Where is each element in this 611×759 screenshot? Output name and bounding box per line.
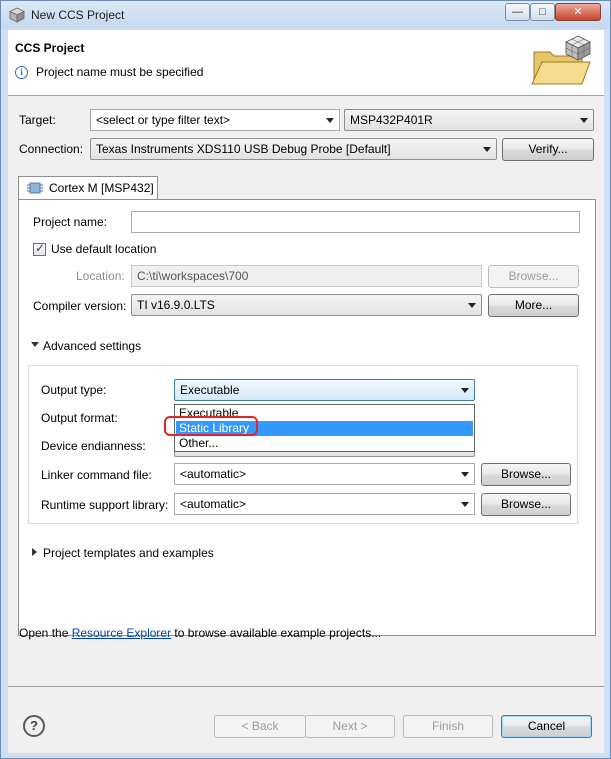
target-filter-combo[interactable]: <select or type filter text> bbox=[90, 109, 340, 131]
device-endianness-label: Device endianness: bbox=[41, 439, 146, 453]
linker-command-file-combo[interactable]: <automatic> bbox=[174, 463, 475, 485]
advanced-settings-toggle[interactable]: Advanced settings bbox=[43, 339, 141, 353]
location-label: Location: bbox=[76, 269, 125, 283]
footer-divider bbox=[8, 686, 604, 687]
location-browse-button: Browse... bbox=[488, 265, 579, 288]
chevron-down-icon bbox=[580, 118, 588, 123]
close-button[interactable]: ✕ bbox=[555, 3, 601, 21]
tab-cortex-m[interactable]: Cortex M [MSP432] bbox=[18, 176, 158, 200]
maximize-button[interactable]: □ bbox=[530, 3, 555, 21]
highlight-annotation bbox=[164, 416, 258, 436]
resource-explorer-text: Open the Resource Explorer to browse ava… bbox=[19, 626, 381, 640]
output-type-label: Output type: bbox=[41, 383, 107, 397]
chevron-down-icon bbox=[461, 388, 469, 393]
connection-label: Connection: bbox=[19, 142, 84, 156]
tab-label: Cortex M [MSP432] bbox=[49, 181, 154, 195]
linker-command-file-value: <automatic> bbox=[180, 467, 247, 481]
cancel-button[interactable]: Cancel bbox=[501, 715, 592, 738]
chevron-down-icon bbox=[326, 118, 334, 123]
project-templates-toggle[interactable]: Project templates and examples bbox=[43, 546, 214, 560]
close-icon: ✕ bbox=[573, 6, 583, 18]
chevron-down-icon bbox=[468, 303, 476, 308]
runtime-support-library-label: Runtime support library: bbox=[41, 498, 169, 512]
device-select[interactable]: MSP432P401R bbox=[344, 109, 594, 131]
open-folder-with-cube-icon bbox=[531, 35, 591, 85]
runtime-support-library-combo[interactable]: <automatic> bbox=[174, 493, 475, 515]
checkmark-icon: ✓ bbox=[35, 241, 46, 255]
finish-button: Finish bbox=[403, 715, 493, 738]
back-button: < Back bbox=[214, 715, 306, 738]
resource-prefix: Open the bbox=[19, 626, 72, 640]
runtime-browse-button[interactable]: Browse... bbox=[481, 493, 571, 516]
project-name-label: Project name: bbox=[33, 215, 108, 229]
linker-command-file-label: Linker command file: bbox=[41, 468, 152, 482]
runtime-support-library-value: <automatic> bbox=[180, 497, 247, 511]
connection-select[interactable]: Texas Instruments XDS110 USB Debug Probe… bbox=[90, 138, 497, 160]
use-default-location-label: Use default location bbox=[51, 242, 157, 256]
expand-down-icon bbox=[31, 342, 39, 347]
output-type-value: Executable bbox=[180, 383, 240, 397]
page-title: CCS Project bbox=[15, 41, 85, 55]
location-input: C:\ti\workspaces\700 bbox=[131, 265, 482, 287]
chevron-down-icon bbox=[483, 147, 491, 152]
device-value: MSP432P401R bbox=[350, 113, 433, 127]
dialog-window: New CCS Project — □ ✕ CCS Project i Proj… bbox=[0, 0, 611, 759]
project-name-input[interactable] bbox=[131, 211, 580, 233]
use-default-location-checkbox[interactable]: ✓ bbox=[33, 241, 46, 256]
next-button: Next > bbox=[305, 715, 395, 738]
info-icon: i bbox=[15, 66, 28, 79]
verify-button[interactable]: Verify... bbox=[502, 138, 594, 161]
linker-browse-button[interactable]: Browse... bbox=[481, 463, 571, 486]
connection-value: Texas Instruments XDS110 USB Debug Probe… bbox=[96, 142, 391, 156]
dialog-body: CCS Project i Project name must be speci… bbox=[8, 30, 604, 753]
compiler-version-label: Compiler version: bbox=[33, 299, 127, 313]
minimize-icon: — bbox=[512, 6, 523, 18]
resource-suffix: to browse available example projects... bbox=[171, 626, 382, 640]
target-filter-text: <select or type filter text> bbox=[96, 113, 231, 127]
wizard-header: CCS Project i Project name must be speci… bbox=[8, 30, 604, 96]
window-title: New CCS Project bbox=[31, 8, 125, 22]
header-message: Project name must be specified bbox=[36, 65, 204, 79]
target-label: Target: bbox=[19, 113, 56, 127]
title-bar[interactable]: New CCS Project — □ ✕ bbox=[1, 1, 610, 29]
compiler-version-select[interactable]: TI v16.9.0.LTS bbox=[131, 294, 482, 316]
chip-icon bbox=[27, 182, 43, 194]
output-format-label: Output format: bbox=[41, 411, 118, 425]
ccs-cube-icon bbox=[9, 7, 25, 23]
maximize-icon: □ bbox=[539, 6, 546, 18]
chevron-down-icon bbox=[461, 502, 469, 507]
resource-explorer-link[interactable]: Resource Explorer bbox=[72, 626, 171, 640]
dropdown-option-other[interactable]: Other... bbox=[176, 436, 473, 451]
minimize-button[interactable]: — bbox=[505, 3, 530, 21]
compiler-more-button[interactable]: More... bbox=[488, 294, 579, 317]
expand-right-icon bbox=[32, 548, 37, 556]
help-icon[interactable]: ? bbox=[23, 715, 45, 737]
compiler-version-value: TI v16.9.0.LTS bbox=[137, 298, 215, 312]
output-type-select[interactable]: Executable bbox=[174, 379, 475, 401]
chevron-down-icon bbox=[461, 472, 469, 477]
